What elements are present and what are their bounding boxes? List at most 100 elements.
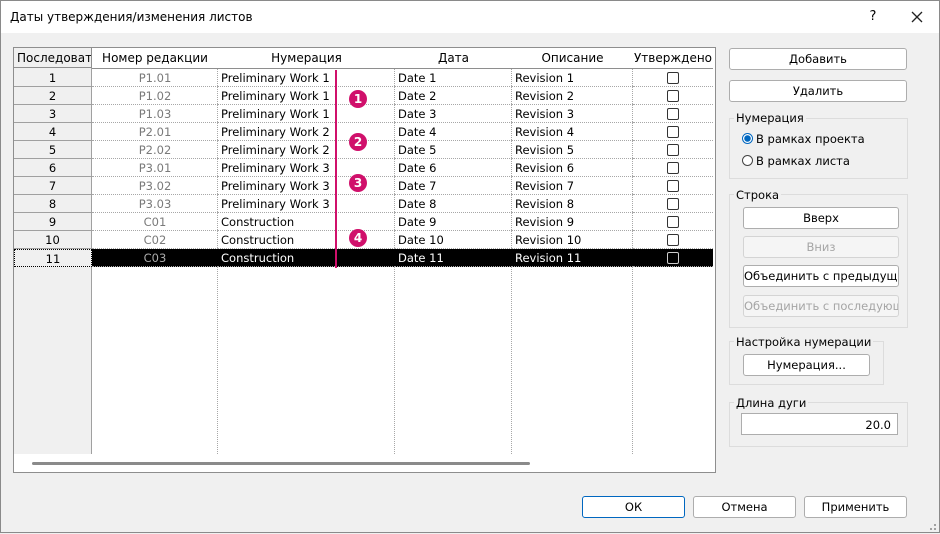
cancel-button[interactable]: Отмена bbox=[693, 496, 796, 518]
resize-grip-icon[interactable] bbox=[927, 520, 937, 530]
issued-checkbox[interactable] bbox=[667, 71, 679, 84]
cell-revision-number[interactable]: P2.01 bbox=[92, 123, 218, 141]
cell-description[interactable]: Revision 9 bbox=[512, 213, 633, 231]
table-row[interactable]: 11 C03 Construction Date 11 Revision 11 bbox=[14, 249, 713, 267]
table-row[interactable]: 3 P1.03 Preliminary Work 1 Date 3 Revision 3 bbox=[14, 105, 713, 123]
cell-revision-number[interactable]: C02 bbox=[92, 231, 218, 249]
cell-sequence[interactable]: 10 bbox=[14, 231, 92, 249]
cell-date[interactable]: Date 7 bbox=[395, 177, 512, 195]
merge-previous-button[interactable]: Объединить с предыдущим bbox=[743, 265, 899, 287]
cell-description[interactable]: Revision 10 bbox=[512, 231, 633, 249]
cell-revision-number[interactable]: P3.02 bbox=[92, 177, 218, 195]
header-sequence[interactable]: Последовате bbox=[14, 48, 92, 68]
cell-sequence[interactable]: 9 bbox=[14, 213, 92, 231]
cell-date[interactable]: Date 6 bbox=[395, 159, 512, 177]
merge-next-button[interactable]: Объединить с последующим bbox=[743, 295, 899, 317]
cell-date[interactable]: Date 1 bbox=[395, 69, 512, 87]
cell-revision-number[interactable]: P1.03 bbox=[92, 105, 218, 123]
table-row[interactable]: 9 C01 Construction Date 9 Revision 9 bbox=[14, 213, 713, 231]
move-down-button[interactable]: Вниз bbox=[743, 236, 899, 258]
cell-date[interactable]: Date 3 bbox=[395, 105, 512, 123]
header-issued[interactable]: Утверждено bbox=[633, 48, 713, 69]
cell-numbering[interactable]: Construction bbox=[218, 249, 395, 267]
numbering-settings-button[interactable]: Нумерация... bbox=[743, 354, 870, 376]
issued-checkbox[interactable] bbox=[667, 107, 679, 120]
cell-numbering[interactable]: Preliminary Work 1 bbox=[218, 105, 395, 123]
issued-checkbox[interactable] bbox=[667, 161, 679, 174]
apply-button[interactable]: Применить bbox=[804, 496, 907, 518]
cell-date[interactable]: Date 8 bbox=[395, 195, 512, 213]
close-icon[interactable] bbox=[907, 7, 927, 27]
cell-numbering[interactable]: Preliminary Work 2 bbox=[218, 141, 395, 159]
title-bar: Даты утверждения/изменения листов ? bbox=[1, 1, 939, 33]
cell-sequence[interactable]: 7 bbox=[14, 177, 92, 195]
cell-description[interactable]: Revision 6 bbox=[512, 159, 633, 177]
issued-checkbox[interactable] bbox=[667, 89, 679, 102]
cell-issued bbox=[633, 249, 713, 267]
help-button[interactable]: ? bbox=[863, 7, 883, 27]
ok-button[interactable]: ОК bbox=[582, 496, 685, 518]
issued-checkbox[interactable] bbox=[667, 251, 679, 264]
move-up-button[interactable]: Вверх bbox=[743, 207, 899, 229]
header-numbering[interactable]: Нумерация bbox=[218, 48, 396, 69]
cell-sequence[interactable]: 5 bbox=[14, 141, 92, 159]
cell-description[interactable]: Revision 4 bbox=[512, 123, 633, 141]
cell-description[interactable]: Revision 5 bbox=[512, 141, 633, 159]
cell-numbering[interactable]: Construction bbox=[218, 213, 395, 231]
cell-revision-number[interactable]: P3.03 bbox=[92, 195, 218, 213]
arc-length-input[interactable]: 20.0 bbox=[741, 413, 898, 435]
cell-sequence[interactable]: 3 bbox=[14, 105, 92, 123]
cell-description[interactable]: Revision 8 bbox=[512, 195, 633, 213]
cell-sequence[interactable]: 2 bbox=[14, 87, 92, 105]
cell-description[interactable]: Revision 3 bbox=[512, 105, 633, 123]
cell-revision-number[interactable]: P1.02 bbox=[92, 87, 218, 105]
cell-description[interactable]: Revision 7 bbox=[512, 177, 633, 195]
cell-sequence[interactable]: 4 bbox=[14, 123, 92, 141]
cell-revision-number[interactable]: C03 bbox=[92, 249, 218, 267]
issued-checkbox[interactable] bbox=[667, 197, 679, 210]
table-row[interactable]: 1 P1.01 Preliminary Work 1 Date 1 Revision 1 bbox=[14, 69, 713, 87]
cell-description[interactable]: Revision 1 bbox=[512, 69, 633, 87]
cell-numbering[interactable]: Preliminary Work 3 bbox=[218, 159, 395, 177]
cell-numbering[interactable]: Construction bbox=[218, 231, 395, 249]
cell-description[interactable]: Revision 2 bbox=[512, 87, 633, 105]
issued-checkbox[interactable] bbox=[667, 215, 679, 228]
cell-sequence[interactable]: 6 bbox=[14, 159, 92, 177]
cell-numbering[interactable]: Preliminary Work 1 bbox=[218, 69, 395, 87]
radio-project-scope[interactable]: В рамках проекта bbox=[742, 131, 865, 147]
cell-date[interactable]: Date 10 bbox=[395, 231, 512, 249]
header-revision-number[interactable]: Номер редакции bbox=[92, 48, 219, 69]
cell-sequence[interactable]: 8 bbox=[14, 195, 92, 213]
horizontal-scrollbar[interactable] bbox=[32, 462, 530, 465]
cell-date[interactable]: Date 2 bbox=[395, 87, 512, 105]
issued-checkbox[interactable] bbox=[667, 233, 679, 246]
cell-revision-number[interactable]: C01 bbox=[92, 213, 218, 231]
cell-numbering[interactable]: Preliminary Work 3 bbox=[218, 177, 395, 195]
header-description[interactable]: Описание bbox=[512, 48, 634, 69]
header-date[interactable]: Дата bbox=[395, 48, 513, 69]
radio-sheet-scope[interactable]: В рамках листа bbox=[742, 153, 850, 169]
table-row[interactable]: 6 P3.01 Preliminary Work 3 Date 6 Revision 6 bbox=[14, 159, 713, 177]
cell-date[interactable]: Date 4 bbox=[395, 123, 512, 141]
issued-checkbox[interactable] bbox=[667, 125, 679, 138]
table-row[interactable]: 8 P3.03 Preliminary Work 3 Date 8 Revision 8 bbox=[14, 195, 713, 213]
issued-checkbox[interactable] bbox=[667, 143, 679, 156]
group-bar-4 bbox=[335, 214, 337, 268]
delete-button[interactable]: Удалить bbox=[729, 80, 907, 102]
cell-date[interactable]: Date 5 bbox=[395, 141, 512, 159]
cell-revision-number[interactable]: P1.01 bbox=[92, 69, 218, 87]
cell-date[interactable]: Date 9 bbox=[395, 213, 512, 231]
cell-description[interactable]: Revision 11 bbox=[512, 249, 633, 267]
add-button[interactable]: Добавить bbox=[729, 48, 907, 70]
cell-date[interactable]: Date 11 bbox=[395, 249, 512, 267]
numbering-group bbox=[729, 118, 908, 179]
cell-sequence[interactable]: 1 bbox=[14, 69, 92, 87]
cell-revision-number[interactable]: P2.02 bbox=[92, 141, 218, 159]
issued-checkbox[interactable] bbox=[667, 179, 679, 192]
cell-numbering[interactable]: Preliminary Work 2 bbox=[218, 123, 395, 141]
cell-revision-number[interactable]: P3.01 bbox=[92, 159, 218, 177]
cell-numbering[interactable]: Preliminary Work 3 bbox=[218, 195, 395, 213]
cell-numbering[interactable]: Preliminary Work 1 bbox=[218, 87, 395, 105]
radio-dot bbox=[742, 155, 753, 166]
cell-sequence[interactable]: 11 bbox=[14, 249, 92, 267]
